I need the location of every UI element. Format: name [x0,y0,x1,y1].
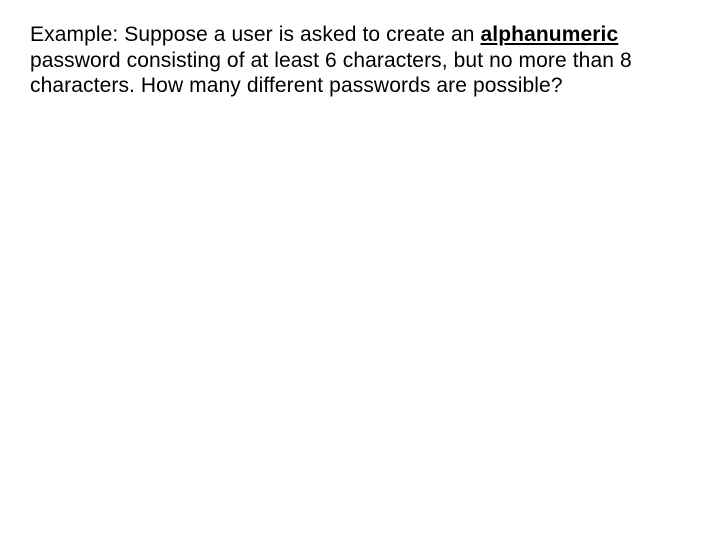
example-paragraph: Example: Suppose a user is asked to crea… [30,22,690,99]
slide-container: Example: Suppose a user is asked to crea… [0,0,720,540]
example-prefix: Example: Suppose a user is asked to crea… [30,23,481,46]
example-rest: password consisting of at least 6 charac… [30,49,632,98]
keyword-alphanumeric: alphanumeric [481,23,619,46]
